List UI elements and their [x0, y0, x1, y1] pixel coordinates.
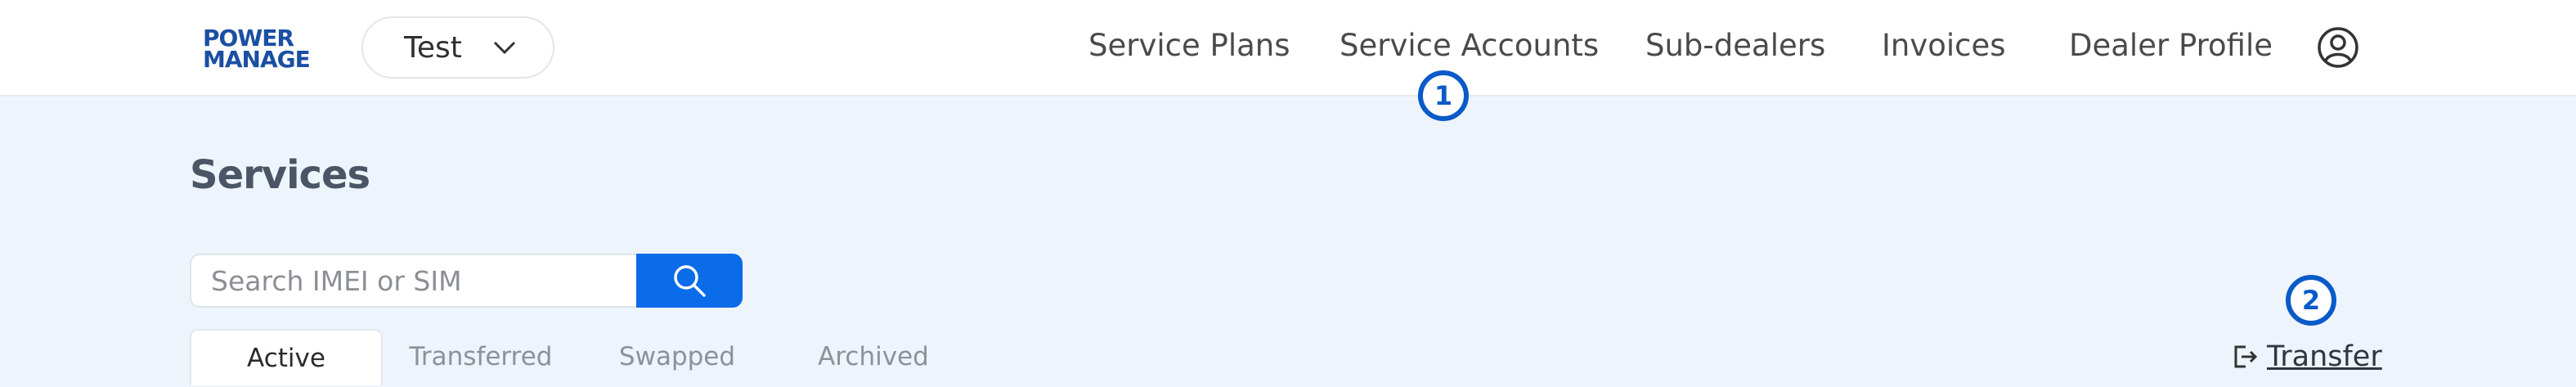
power-manage-logo[interactable]: POWER MANAGE	[203, 26, 317, 72]
transfer-label: Transfer	[2267, 340, 2382, 373]
project-select[interactable]: Test	[361, 16, 554, 79]
nav-dealer-profile[interactable]: Dealer Profile	[2069, 28, 2273, 63]
tab-archived[interactable]: Archived	[775, 329, 972, 385]
annotation-badge-1: 1	[1418, 70, 1469, 121]
project-select-value: Test	[404, 30, 462, 65]
nav-service-accounts[interactable]: Service Accounts	[1340, 28, 1599, 63]
top-navigation-bar: POWER MANAGE Test Service Plans Service …	[0, 0, 2576, 97]
nav-sub-dealers[interactable]: Sub-dealers	[1645, 28, 1825, 63]
annotation-badge-2: 2	[2286, 275, 2336, 326]
nav-service-plans[interactable]: Service Plans	[1088, 28, 1290, 63]
tab-active[interactable]: Active	[190, 329, 383, 385]
tab-transferred[interactable]: Transferred	[383, 329, 579, 385]
search-button[interactable]	[636, 254, 743, 308]
page-title: Services	[190, 152, 370, 198]
user-circle-icon[interactable]	[2316, 25, 2360, 70]
transfer-link[interactable]: Transfer	[2229, 337, 2382, 376]
tab-swapped[interactable]: Swapped	[579, 329, 775, 385]
transfer-exit-icon	[2234, 345, 2258, 368]
search-input[interactable]	[190, 254, 636, 308]
logo-line-2: MANAGE	[203, 46, 311, 73]
search-icon	[674, 265, 706, 297]
chevron-down-icon	[493, 41, 516, 55]
nav-invoices[interactable]: Invoices	[1882, 28, 2006, 63]
